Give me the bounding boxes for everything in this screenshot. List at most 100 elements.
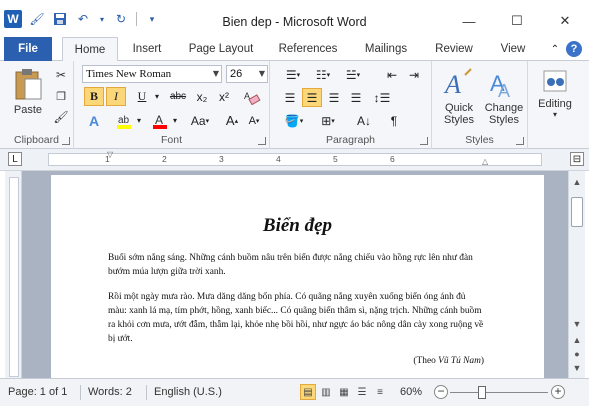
- maximize-button[interactable]: ☐: [493, 8, 541, 34]
- web-layout-icon[interactable]: ▦: [336, 384, 352, 400]
- scrollbar-thumb[interactable]: [571, 197, 583, 227]
- chevron-down-icon: ▾: [552, 110, 557, 119]
- multilevel-list-button[interactable]: ☱ ▾: [340, 65, 366, 84]
- bold-button[interactable]: B: [84, 87, 104, 106]
- italic-button[interactable]: I: [106, 87, 126, 106]
- outline-view-icon[interactable]: ☰: [354, 384, 370, 400]
- zoom-level[interactable]: 60%: [400, 386, 422, 398]
- shrink-font-button[interactable]: A ▾: [244, 111, 264, 130]
- paste-button[interactable]: Paste: [8, 67, 48, 116]
- previous-page-icon[interactable]: ▲: [569, 333, 585, 347]
- document-area[interactable]: Biển đẹp Buổi sớm nắng sáng. Những cánh …: [22, 171, 568, 378]
- font-name-select[interactable]: Times New Roman ▼: [82, 65, 222, 83]
- word-count[interactable]: Words: 2: [88, 386, 132, 398]
- zoom-slider-track[interactable]: [450, 392, 548, 393]
- tab-review[interactable]: Review: [428, 37, 480, 61]
- strikethrough-button[interactable]: abc: [166, 87, 190, 106]
- clear-formatting-icon[interactable]: A: [240, 87, 264, 106]
- shading-button[interactable]: 🪣 ▾: [280, 111, 308, 130]
- view-ruler-icon[interactable]: ⊟: [570, 152, 584, 166]
- source-suffix: ): [480, 356, 484, 366]
- svg-text:A: A: [155, 113, 163, 127]
- bullets-button[interactable]: ☰ ▾: [280, 65, 306, 84]
- document-page[interactable]: Biển đẹp Buổi sớm nắng sáng. Những cánh …: [51, 175, 544, 378]
- zoom-slider-thumb[interactable]: [478, 386, 486, 399]
- increase-indent-icon[interactable]: ⇥: [404, 65, 424, 84]
- font-color-button[interactable]: A: [150, 111, 170, 130]
- minimize-ribbon-icon[interactable]: ⌃: [546, 40, 564, 58]
- sort-icon[interactable]: A↓: [354, 111, 374, 130]
- chevron-down-icon[interactable]: ▾: [152, 87, 162, 106]
- subscript-button[interactable]: x₂: [192, 87, 212, 106]
- align-center-icon[interactable]: ☰: [302, 88, 322, 107]
- help-icon[interactable]: ?: [566, 41, 582, 57]
- paragraph-group: ☰ ▾ ☷ ▾ ☱ ▾ ⇤ ⇥ ☰ ☰ ☰ ☰ ↕☰ 🪣 ▾ ⊞ ▾ A↓ ¶ Parag…: [270, 61, 432, 149]
- styles-launcher-icon[interactable]: [516, 137, 524, 145]
- styles-group-label: Styles: [465, 134, 494, 146]
- ruler-bar: L 1 2 3 4 5 6 ▽ △ ⊟: [0, 149, 589, 171]
- status-separator: [80, 385, 81, 400]
- minimize-button[interactable]: —: [445, 8, 493, 34]
- font-launcher-icon[interactable]: [258, 137, 266, 145]
- show-formatting-icon[interactable]: ¶: [384, 111, 404, 130]
- align-right-icon[interactable]: ☰: [324, 88, 344, 107]
- editing-button[interactable]: Editing ▾: [534, 67, 576, 119]
- page-count[interactable]: Page: 1 of 1: [8, 386, 67, 398]
- scroll-down-icon[interactable]: ▼: [569, 317, 585, 331]
- justify-icon[interactable]: ☰: [346, 88, 366, 107]
- ribbon: Paste ✂ ❐ 🖌 Clipboard Times New Roman ▼ 2…: [0, 61, 589, 149]
- chevron-down-icon: ▼: [258, 69, 265, 78]
- ruler-number: 2: [162, 154, 167, 164]
- right-indent-marker[interactable]: △: [482, 157, 488, 166]
- quick-styles-button[interactable]: A Quick Styles: [438, 67, 480, 126]
- print-layout-icon[interactable]: ▤: [300, 384, 316, 400]
- browse-object-icon[interactable]: ●: [569, 347, 585, 361]
- tab-selector-icon[interactable]: L: [8, 152, 22, 166]
- eraser-icon: A: [244, 91, 261, 105]
- text-effects-button[interactable]: A: [84, 111, 104, 130]
- tab-mailings[interactable]: Mailings: [356, 37, 416, 61]
- decrease-indent-icon[interactable]: ⇤: [382, 65, 402, 84]
- grow-font-button[interactable]: A ▴: [222, 111, 242, 130]
- tab-page-layout[interactable]: Page Layout: [182, 37, 260, 61]
- borders-button[interactable]: ⊞ ▾: [314, 111, 342, 130]
- paste-label: Paste: [13, 104, 43, 116]
- chevron-down-icon[interactable]: ▾: [134, 111, 144, 130]
- text-highlight-button[interactable]: ab: [114, 111, 134, 130]
- draft-view-icon[interactable]: ≡: [372, 384, 388, 400]
- tab-home[interactable]: Home: [62, 37, 118, 62]
- change-styles-button[interactable]: AA Change Styles: [482, 67, 526, 126]
- full-screen-reading-icon[interactable]: ▥: [318, 384, 334, 400]
- font-size-value: 26: [230, 68, 243, 80]
- cut-icon[interactable]: ✂: [52, 66, 70, 84]
- line-spacing-icon[interactable]: ↕☰: [370, 88, 394, 107]
- close-button[interactable]: ✕: [541, 8, 589, 34]
- change-styles-label: Change Styles: [484, 102, 524, 126]
- next-page-icon[interactable]: ▼: [569, 361, 585, 375]
- numbering-button[interactable]: ☷ ▾: [310, 65, 336, 84]
- scroll-up-icon[interactable]: ▲: [569, 175, 585, 189]
- underline-button[interactable]: U: [132, 87, 152, 106]
- first-line-indent-marker[interactable]: ▽: [107, 150, 113, 159]
- zoom-in-button[interactable]: +: [551, 385, 565, 399]
- align-left-icon[interactable]: ☰: [280, 88, 300, 107]
- svg-text:A: A: [443, 70, 461, 99]
- font-size-select[interactable]: 26 ▼: [226, 65, 268, 83]
- horizontal-ruler[interactable]: 1 2 3 4 5 6 ▽ △: [48, 150, 542, 166]
- chevron-down-icon[interactable]: ▾: [170, 111, 180, 130]
- vertical-scrollbar[interactable]: ▲ ▼ ▲ ● ▼: [568, 171, 585, 378]
- clipboard-launcher-icon[interactable]: [62, 137, 70, 145]
- copy-icon[interactable]: ❐: [52, 87, 70, 105]
- tab-insert[interactable]: Insert: [124, 37, 170, 61]
- zoom-out-button[interactable]: −: [434, 385, 448, 399]
- tab-references[interactable]: References: [272, 37, 344, 61]
- tab-view[interactable]: View: [492, 37, 534, 61]
- format-painter-icon[interactable]: 🖌: [52, 108, 70, 126]
- change-case-button[interactable]: Aa ▾: [186, 111, 214, 130]
- tab-file[interactable]: File: [4, 37, 52, 61]
- font-color-icon: A: [153, 113, 167, 129]
- language-indicator[interactable]: English (U.S.): [154, 386, 222, 398]
- ruler-number: 3: [219, 154, 224, 164]
- paragraph-launcher-icon[interactable]: [420, 137, 428, 145]
- superscript-button[interactable]: x²: [214, 87, 234, 106]
